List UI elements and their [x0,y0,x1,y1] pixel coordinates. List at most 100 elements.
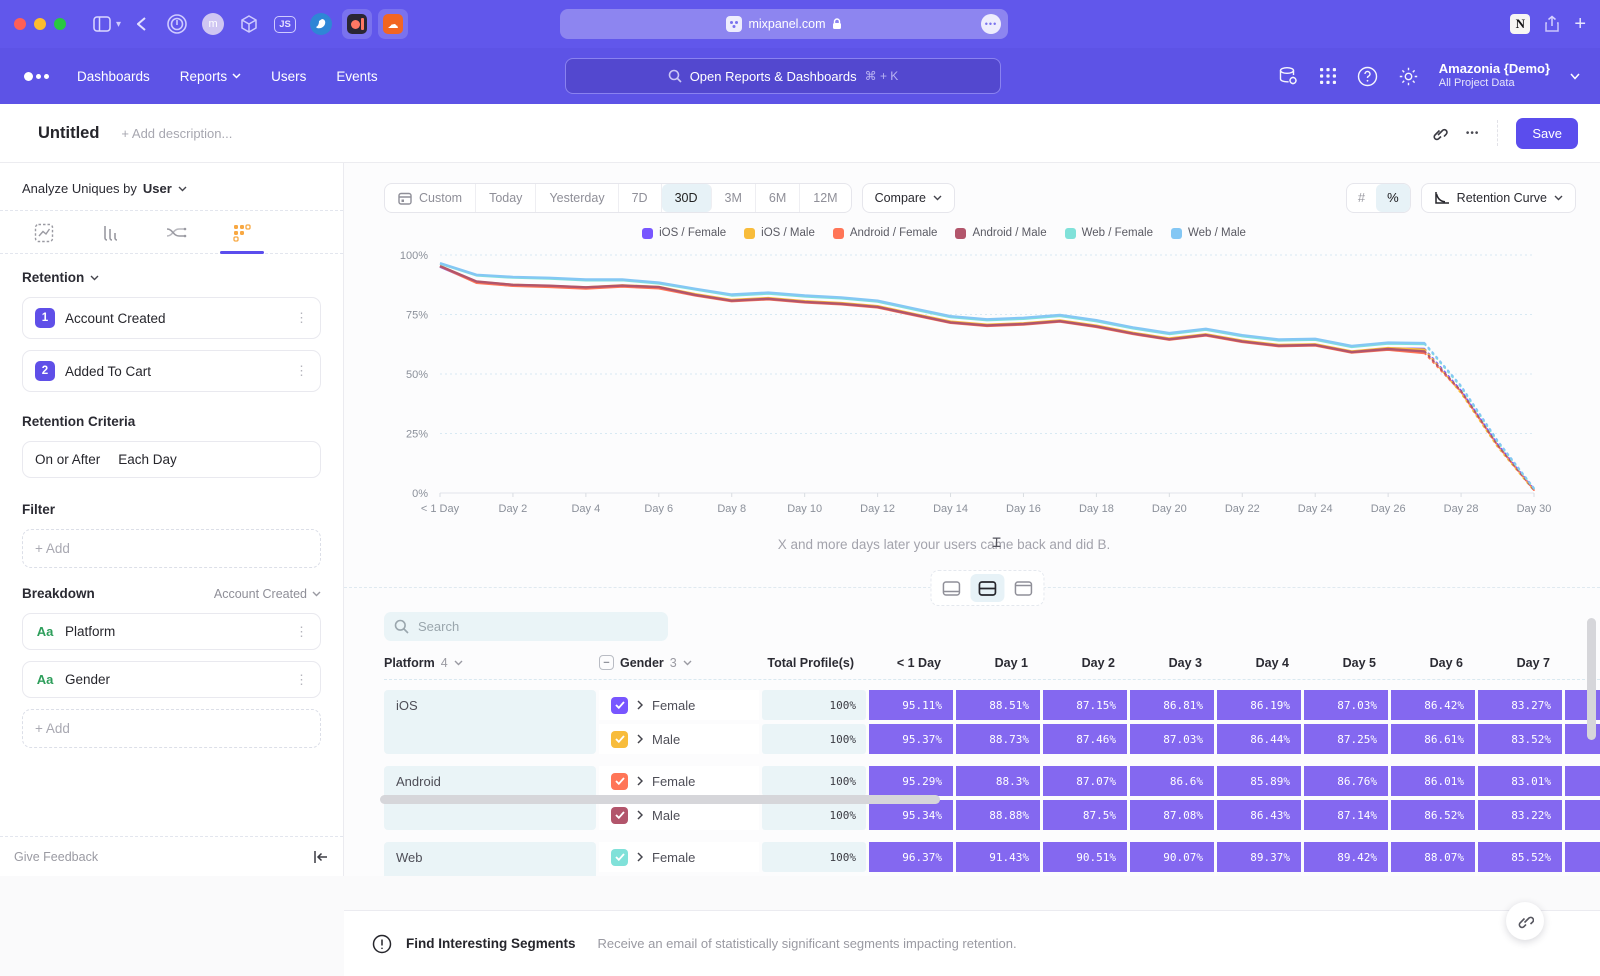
settings-gear-icon[interactable] [1398,66,1419,87]
retention-value-cell[interactable]: 88.88% [956,800,1040,830]
tab-retention[interactable] [222,223,262,253]
extension-cube-icon[interactable] [234,9,264,39]
collapse-sidebar-icon[interactable] [313,850,329,864]
nav-events[interactable]: Events [336,69,377,84]
report-title[interactable]: Untitled [38,124,99,143]
gender-cell[interactable]: Male [599,800,759,830]
column-day2[interactable]: Day 2 [1043,656,1127,670]
absolute-mode-button[interactable]: # [1347,184,1376,212]
breakdown-menu-icon[interactable]: ⋮ [295,624,308,640]
retention-value-cell[interactable]: 87.08% [1130,800,1214,830]
legend-item[interactable]: Android / Female [833,227,938,239]
data-management-icon[interactable] [1277,65,1299,87]
table-search-input[interactable]: Search [384,612,668,641]
back-button[interactable] [128,11,154,37]
column-platform[interactable]: Platform 4 [384,656,596,670]
nav-users[interactable]: Users [271,69,306,84]
retention-value-cell[interactable]: 95.37% [869,724,953,754]
expand-chevron-icon[interactable] [637,776,643,786]
column-day1[interactable]: Day 1 [956,656,1040,670]
retention-value-cell[interactable]: 86.52% [1391,800,1475,830]
retention-value-cell[interactable]: 86.19% [1217,690,1301,720]
share-icon[interactable] [1544,15,1560,33]
retention-value-cell[interactable]: 95.11% [869,690,953,720]
sidebar-toggle-icon[interactable] [89,11,115,37]
extension-soundcloud-icon[interactable]: ☁ [378,9,408,39]
retention-step-added-to-cart[interactable]: 2Added To Cart⋮ [22,350,321,392]
tab-insights[interactable] [24,223,64,253]
range-today[interactable]: Today [476,184,536,212]
expand-chevron-icon[interactable] [637,734,643,744]
retention-line-chart[interactable]: 100%75%50%25%0%< 1 DayDay 2Day 4Day 6Day… [384,241,1564,521]
retention-value-cell[interactable]: 86.43% [1217,800,1301,830]
retention-value-cell[interactable]: 83.27% [1478,690,1562,720]
column-day3[interactable]: Day 3 [1130,656,1214,670]
legend-item[interactable]: iOS / Male [744,227,815,239]
extension-js-icon[interactable]: JS [270,9,300,39]
retention-value-cell[interactable]: 86.6% [1130,766,1214,796]
range-yesterday[interactable]: Yesterday [536,184,618,212]
retention-criteria-card[interactable]: On or After Each Day [22,441,321,478]
retention-value-cell[interactable]: 89.42% [1304,842,1388,872]
minimize-window-button[interactable] [34,18,46,30]
horizontal-scrollbar[interactable] [380,795,940,804]
expand-chevron-icon[interactable] [637,852,643,862]
retention-value-cell[interactable]: 87.46% [1043,724,1127,754]
retention-value-cell[interactable]: 87.15% [1043,690,1127,720]
series-checkbox[interactable] [611,849,628,866]
gender-cell[interactable]: Male [599,724,759,754]
retention-value-cell[interactable]: 89.37% [1217,842,1301,872]
tab-funnels[interactable] [90,223,130,253]
retention-value-cell[interactable]: 86.81% [1130,690,1214,720]
help-icon[interactable] [1357,66,1378,87]
retention-step-account-created[interactable]: 1Account Created⋮ [22,297,321,339]
retention-value-cell[interactable]: 80.8% [1565,800,1600,830]
legend-item[interactable]: iOS / Female [642,227,726,239]
retention-value-cell[interactable]: 87.25% [1304,724,1388,754]
layout-split-button[interactable] [970,574,1004,602]
retention-value-cell[interactable]: 95.34% [869,800,953,830]
breakdown-menu-icon[interactable]: ⋮ [295,672,308,688]
chevron-down-icon[interactable] [1570,73,1580,80]
window-controls[interactable] [14,18,66,30]
column-day6[interactable]: Day 6 [1391,656,1475,670]
retention-value-cell[interactable]: 91.43% [956,842,1040,872]
step-menu-icon[interactable]: ⋮ [295,310,308,326]
legend-item[interactable]: Android / Male [955,227,1046,239]
expand-chevron-icon[interactable] [637,810,643,820]
mixpanel-logo[interactable] [24,72,49,81]
retention-value-cell[interactable]: 87.03% [1304,690,1388,720]
chevron-down-icon[interactable]: ▾ [116,19,121,30]
layout-table-only-button[interactable] [1006,574,1040,602]
gender-cell[interactable]: Female [599,766,759,796]
retention-value-cell[interactable]: 86.61% [1391,724,1475,754]
retention-value-cell[interactable]: 80.6% [1565,766,1600,796]
retention-value-cell[interactable]: 95.29% [869,766,953,796]
retention-value-cell[interactable]: 85.52% [1478,842,1562,872]
add-breakdown-button[interactable]: + Add [22,709,321,748]
retention-value-cell[interactable]: 88.51% [956,690,1040,720]
column-total-profiles[interactable]: Total Profile(s) [762,656,866,670]
legend-item[interactable]: Web / Male [1171,227,1246,239]
step-menu-icon[interactable]: ⋮ [295,363,308,379]
expand-chevron-icon[interactable] [637,700,643,710]
close-window-button[interactable] [14,18,26,30]
gender-cell[interactable]: Female [599,690,759,720]
range-6m[interactable]: 6M [756,184,800,212]
zoom-window-button[interactable] [54,18,66,30]
vertical-scrollbar[interactable] [1587,618,1596,740]
extension-monica-icon[interactable]: m [198,9,228,39]
add-description[interactable]: + Add description... [121,126,232,141]
breakdown-event-selector[interactable]: Account Created [214,587,321,601]
series-checkbox[interactable] [611,731,628,748]
column-day7[interactable]: Day 7 [1478,656,1562,670]
new-tab-button[interactable]: + [1574,13,1586,36]
segments-title[interactable]: Find Interesting Segments [406,936,576,951]
global-search[interactable]: Open Reports & Dashboards ⌘ + K [565,58,1001,94]
column-1day[interactable]: < 1 Day [869,656,953,670]
range-custom[interactable]: Custom [385,184,476,212]
retention-value-cell[interactable]: 83.01% [1478,766,1562,796]
retention-value-cell[interactable]: 85.89% [1217,766,1301,796]
notion-tab-icon[interactable]: N [1510,14,1530,34]
tab-flows[interactable] [156,223,196,253]
